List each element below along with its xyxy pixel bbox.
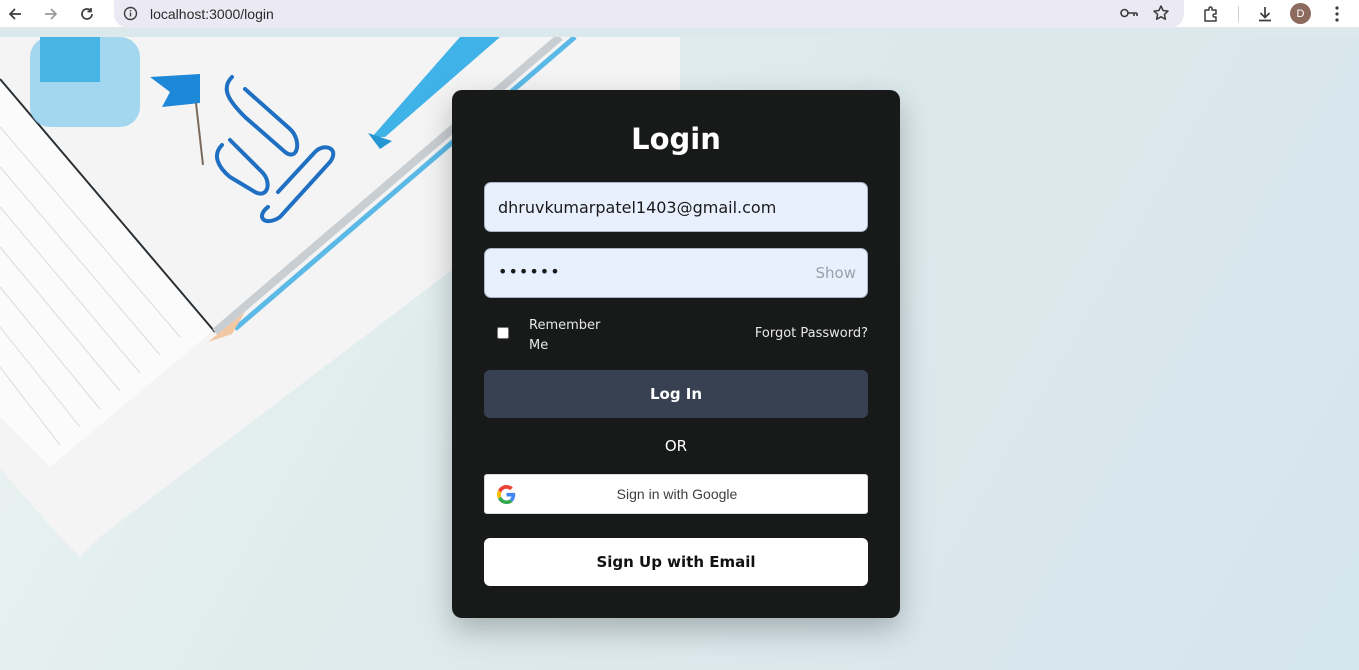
profile-avatar[interactable]: D [1290, 3, 1311, 24]
url-text[interactable]: localhost:3000/login [150, 6, 274, 22]
remember-me-label[interactable]: Remember Me [529, 316, 609, 356]
google-signin-button[interactable]: Sign in with Google [484, 474, 868, 514]
address-bar[interactable]: localhost:3000/login [114, 0, 1184, 28]
or-divider: OR [664, 437, 688, 455]
reload-icon[interactable] [76, 3, 98, 25]
signup-email-button[interactable]: Sign Up with Email [484, 538, 868, 586]
email-value[interactable]: dhruvkumarpatel1403@gmail.com [498, 198, 776, 217]
remember-me-checkbox[interactable] [497, 327, 509, 339]
site-info-icon[interactable] [123, 6, 138, 26]
show-password-button[interactable]: Show [816, 264, 856, 282]
login-card: Login dhruvkumarpatel1403@gmail.com ••••… [452, 90, 900, 618]
download-icon[interactable] [1254, 3, 1276, 25]
bookmark-star-icon[interactable] [1152, 4, 1170, 27]
login-button[interactable]: Log In [484, 370, 868, 418]
password-key-icon[interactable] [1119, 5, 1139, 26]
forward-arrow-icon[interactable] [40, 3, 62, 25]
forgot-password-link[interactable]: Forgot Password? [755, 326, 868, 341]
password-value[interactable]: •••••• [498, 262, 561, 281]
login-title: Login [631, 122, 721, 156]
more-menu-icon[interactable] [1326, 3, 1348, 25]
google-signin-label[interactable]: Sign in with Google [485, 486, 869, 502]
email-field[interactable]: dhruvkumarpatel1403@gmail.com [484, 182, 868, 232]
password-field[interactable]: •••••• Show [484, 248, 868, 298]
extensions-puzzle-icon[interactable] [1200, 3, 1222, 25]
browser-toolbar: localhost:3000/login D [0, 0, 1359, 28]
toolbar-divider [1238, 6, 1239, 22]
back-arrow-icon[interactable] [4, 3, 26, 25]
